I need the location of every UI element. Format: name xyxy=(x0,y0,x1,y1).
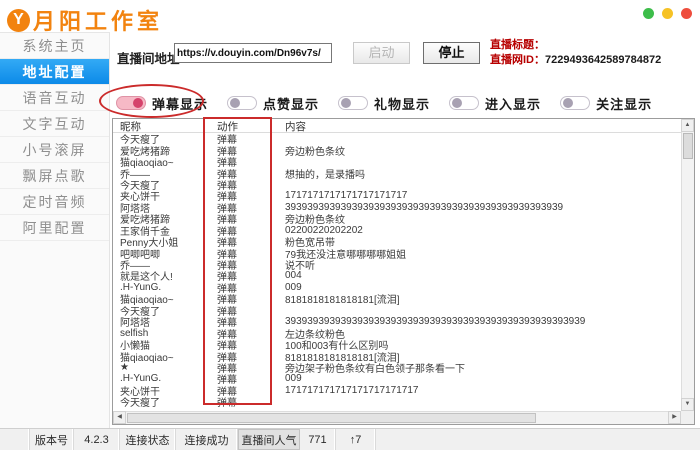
main-panel: 直播间地址 启动 停止 直播标题： 直播网ID：7229493642589784… xyxy=(110,32,700,428)
room-id-value: 7229493642589784872 xyxy=(545,54,661,66)
chat-log-table: 昵称 动作 内容 今天瘦了弹幕爱吃烤猪蹄弹幕旁边粉色条纹猫qiaoqiao~弹幕… xyxy=(112,118,695,425)
sidebar-item[interactable]: 飘屏点歌 xyxy=(0,163,109,189)
toggle-switch[interactable] xyxy=(116,96,146,110)
toggle-group: 弹幕显示 xyxy=(116,94,208,113)
connection-status-value: 连接成功 xyxy=(176,429,238,450)
col-nickname: 昵称 xyxy=(113,119,210,134)
cell-content: 004 xyxy=(278,270,681,281)
table-header: 昵称 动作 内容 xyxy=(113,119,681,133)
live-title-label: 直播标题： xyxy=(490,39,545,51)
toggle-knob-icon xyxy=(452,98,462,108)
cell-nickname: ★ xyxy=(113,362,210,373)
sidebar-item[interactable]: 文字互动 xyxy=(0,111,109,137)
cell-action: 弹幕 xyxy=(210,394,278,409)
cell-content: 009 xyxy=(278,373,681,384)
toggle-knob-icon xyxy=(133,98,143,108)
stop-button[interactable]: 停止 xyxy=(423,42,480,64)
toggle-knob-icon xyxy=(230,98,240,108)
toggle-row: 弹幕显示 点赞显示 礼物显示 进入显示 关注显示 xyxy=(110,88,700,118)
horizontal-scrollbar[interactable]: ◀ ▶ xyxy=(113,411,681,424)
horizontal-scroll-thumb[interactable] xyxy=(127,413,536,423)
live-info: 直播标题： 直播网ID：7229493642589784872 xyxy=(490,38,661,68)
room-address-input[interactable] xyxy=(174,43,332,63)
sidebar-item-active[interactable]: 地址配置 xyxy=(0,59,109,85)
toggle-label: 点赞显示 xyxy=(263,94,319,113)
vertical-scroll-thumb[interactable] xyxy=(683,133,693,159)
table-row: 今天瘦了弹幕 xyxy=(113,396,681,407)
traffic-light-yellow-icon[interactable] xyxy=(662,8,673,19)
table-body: 今天瘦了弹幕爱吃烤猪蹄弹幕旁边粉色条纹猫qiaoqiao~弹幕乔——弹幕想抽的，… xyxy=(113,133,681,411)
popularity-label: 直播间人气 xyxy=(238,429,300,450)
traffic-light-green-icon[interactable] xyxy=(643,8,654,19)
toggle-switch[interactable] xyxy=(338,96,368,110)
col-content: 内容 xyxy=(278,119,681,134)
sidebar-item[interactable]: 阿里配置 xyxy=(0,215,109,241)
version-label: 版本号 xyxy=(30,429,74,450)
scrollbar-corner xyxy=(681,411,694,424)
sidebar-item[interactable]: 系统主页 xyxy=(0,33,109,59)
cell-content: 8181818181818181[流泪] xyxy=(278,291,681,306)
toggle-group: 礼物显示 xyxy=(338,94,430,113)
version-value: 4.2.3 xyxy=(74,429,120,450)
popularity-value: 771 xyxy=(300,429,336,450)
app-window: Y 月阳工作室 系统主页地址配置语音互动文字互动小号滚屏飘屏点歌定时音频阿里配置… xyxy=(0,0,700,450)
statusbar: 版本号 4.2.3 连接状态 连接成功 直播间人气 771 ↑7 xyxy=(0,428,700,450)
table-row: 就是这个人!弹幕004 xyxy=(113,270,681,281)
cell-nickname: 今天瘦了 xyxy=(113,394,210,409)
sidebar: 系统主页地址配置语音互动文字互动小号滚屏飘屏点歌定时音频阿里配置 xyxy=(0,32,110,428)
status-fill xyxy=(376,429,700,450)
toggle-group: 点赞显示 xyxy=(227,94,319,113)
toggle-group: 进入显示 xyxy=(449,94,541,113)
sidebar-item[interactable]: 小号滚屏 xyxy=(0,137,109,163)
scroll-right-icon[interactable]: ▶ xyxy=(668,411,681,424)
toggle-label: 关注显示 xyxy=(596,94,652,113)
sidebar-item[interactable]: 语音互动 xyxy=(0,85,109,111)
toggle-knob-icon xyxy=(563,98,573,108)
status-spacer xyxy=(0,429,30,450)
start-button[interactable]: 启动 xyxy=(353,42,410,64)
table-row: ★弹幕旁边架子粉色条纹有白色领子那条看一下 xyxy=(113,362,681,373)
toggle-group: 关注显示 xyxy=(560,94,652,113)
room-id-label: 直播网ID： xyxy=(490,54,545,66)
toggle-knob-icon xyxy=(341,98,351,108)
toggle-label: 进入显示 xyxy=(485,94,541,113)
toggle-label: 礼物显示 xyxy=(374,94,430,113)
room-address-label: 直播间地址 xyxy=(117,48,180,67)
cell-content: 171717171717171717171717 xyxy=(278,385,681,396)
toggle-switch[interactable] xyxy=(449,96,479,110)
cell-content: 旁边粉色条纹 xyxy=(278,143,681,158)
popularity-trend: ↑7 xyxy=(336,429,376,450)
toggle-switch[interactable] xyxy=(227,96,257,110)
scroll-down-icon[interactable]: ▼ xyxy=(681,398,694,411)
logo-y-icon: Y xyxy=(7,9,30,32)
titlebar: Y 月阳工作室 xyxy=(0,0,700,32)
vertical-scrollbar[interactable]: ▲ ▼ xyxy=(681,119,694,411)
cell-content: 1717171717171717171717 xyxy=(278,190,681,201)
toggle-switch[interactable] xyxy=(560,96,590,110)
cell-content: 想抽的，是录播吗 xyxy=(278,166,681,181)
window-controls xyxy=(643,8,692,19)
toggle-label: 弹幕显示 xyxy=(152,94,208,113)
sidebar-item[interactable]: 定时音频 xyxy=(0,189,109,215)
traffic-light-red-icon[interactable] xyxy=(681,8,692,19)
scroll-up-icon[interactable]: ▲ xyxy=(681,119,694,132)
col-action: 动作 xyxy=(210,119,278,134)
connection-status-label: 连接状态 xyxy=(120,429,176,450)
scroll-left-icon[interactable]: ◀ xyxy=(113,411,126,424)
